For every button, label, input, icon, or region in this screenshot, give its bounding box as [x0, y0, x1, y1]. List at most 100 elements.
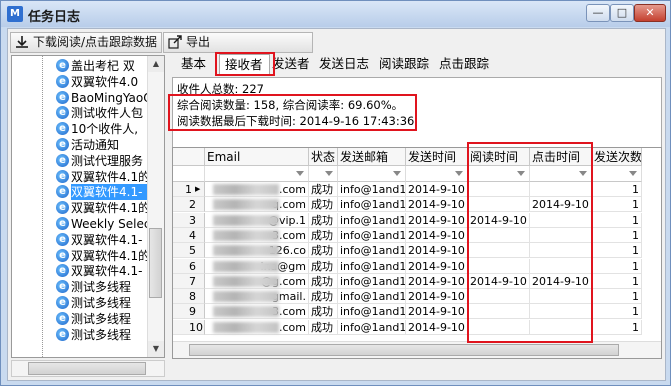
tab-read-tracking[interactable]: 阅读跟踪: [379, 54, 429, 74]
cell-status[interactable]: 成功: [309, 319, 338, 335]
row-number[interactable]: 9: [173, 304, 205, 320]
cell-status[interactable]: 成功: [309, 182, 338, 197]
cell-send-count[interactable]: 1: [592, 273, 642, 289]
cell-status[interactable]: 成功: [309, 243, 338, 259]
email-redaction: [213, 306, 279, 318]
filter-dropdown-icon[interactable]: [393, 171, 401, 176]
cell-send-time[interactable]: 2014-9-10: [406, 319, 468, 335]
tab-basic[interactable]: 基本: [181, 54, 206, 74]
cell-sender[interactable]: info@1and1-: [338, 258, 406, 274]
row-number[interactable]: 6: [173, 258, 205, 274]
cell-send-count[interactable]: 1: [592, 197, 642, 213]
cell-status[interactable]: 成功: [309, 273, 338, 289]
cell-send-count[interactable]: 1: [592, 304, 642, 320]
column-filter-email[interactable]: [205, 166, 309, 182]
row-number[interactable]: 2: [173, 197, 205, 213]
task-icon: e: [56, 106, 69, 120]
cell-sender[interactable]: info@1and1-: [338, 304, 406, 320]
export-button-label: 导出: [186, 35, 211, 49]
tree-scroll-thumb[interactable]: [149, 228, 162, 298]
cell-sender[interactable]: info@1and1-: [338, 243, 406, 259]
email-redaction: [213, 275, 279, 287]
grid-hscroll-thumb[interactable]: [189, 344, 619, 356]
tree-horizontal-scrollbar[interactable]: [11, 360, 165, 377]
email-redaction: [213, 214, 279, 226]
download-button-label: 下载阅读/点击跟踪数据: [33, 35, 158, 49]
cell-sender[interactable]: info@1and1-: [338, 212, 406, 228]
email-redaction: [213, 184, 279, 195]
minimize-button[interactable]: —: [586, 4, 610, 22]
cell-send-count[interactable]: 1: [592, 212, 642, 228]
row-number[interactable]: 4: [173, 227, 205, 243]
cell-send-time[interactable]: 2014-9-10: [406, 304, 468, 320]
column-header-email[interactable]: Email: [205, 148, 309, 166]
task-icon: e: [56, 311, 69, 325]
cell-status[interactable]: 成功: [309, 304, 338, 320]
cell-send-count[interactable]: 1: [592, 258, 642, 274]
column-header-sender[interactable]: 发送邮箱: [338, 148, 406, 166]
maximize-button[interactable]: □: [610, 4, 634, 22]
task-tree[interactable]: e 盖出考杞 双 e 双翼软件4.0 e BaoMingYaoQi e 测试收件人包 e 10个收…: [11, 55, 165, 358]
cell-status[interactable]: 成功: [309, 258, 338, 274]
close-button[interactable]: ✕: [634, 4, 666, 22]
cell-send-time[interactable]: 2014-9-10: [406, 197, 468, 213]
cell-status[interactable]: 成功: [309, 212, 338, 228]
row-number[interactable]: 8: [173, 289, 205, 305]
export-icon: [168, 35, 182, 49]
cell-send-time[interactable]: 2014-9-10: [406, 182, 468, 197]
tab-send-log[interactable]: 发送日志: [319, 54, 369, 74]
cell-sender[interactable]: info@1and1-: [338, 182, 406, 197]
title-bar[interactable]: M 任务日志 — □ ✕: [1, 1, 670, 27]
cell-status[interactable]: 成功: [309, 197, 338, 213]
cell-send-count[interactable]: 1: [592, 243, 642, 259]
cell-sender[interactable]: info@1and1-: [338, 227, 406, 243]
cell-send-time[interactable]: 2014-9-10: [406, 258, 468, 274]
cell-send-time[interactable]: 2014-9-10: [406, 273, 468, 289]
scroll-down-arrow-icon[interactable]: ▼: [148, 341, 164, 357]
row-number[interactable]: 1 ▶: [173, 182, 205, 197]
row-number[interactable]: 5: [173, 243, 205, 259]
cell-status[interactable]: 成功: [309, 289, 338, 305]
email-redaction: [213, 229, 279, 241]
grid-horizontal-scrollbar[interactable]: [173, 341, 661, 358]
cell-sender[interactable]: info@1and1-: [338, 319, 406, 335]
tab-click-tracking[interactable]: 点击跟踪: [439, 54, 489, 74]
tree-vertical-scrollbar[interactable]: ▲ ▼: [147, 56, 164, 357]
task-icon: e: [56, 280, 69, 294]
cell-status[interactable]: 成功: [309, 227, 338, 243]
task-icon: e: [56, 90, 69, 104]
cell-send-time[interactable]: 2014-9-10: [406, 227, 468, 243]
tab-senders[interactable]: 发送者: [272, 54, 310, 74]
cell-send-count[interactable]: 1: [592, 227, 642, 243]
cell-send-time[interactable]: 2014-9-10: [406, 243, 468, 259]
row-number[interactable]: 10: [173, 319, 205, 335]
column-header-send-time[interactable]: 发送时间: [406, 148, 468, 166]
column-header-send-count[interactable]: 发送次数: [592, 148, 642, 166]
column-filter-send-time[interactable]: [406, 166, 468, 182]
export-button[interactable]: 导出: [163, 32, 313, 53]
cell-send-time[interactable]: 2014-9-10: [406, 212, 468, 228]
cell-send-count[interactable]: 1: [592, 289, 642, 305]
column-filter-send-count[interactable]: [592, 166, 642, 182]
row-number[interactable]: 3: [173, 212, 205, 228]
column-filter-status[interactable]: [309, 166, 338, 182]
column-header-status[interactable]: 状态: [309, 148, 338, 166]
cell-send-time[interactable]: 2014-9-10: [406, 289, 468, 305]
filter-dropdown-icon[interactable]: [455, 171, 463, 176]
cell-sender[interactable]: info@1and1-: [338, 197, 406, 213]
cell-sender[interactable]: info@1and1-: [338, 273, 406, 289]
filter-dropdown-icon[interactable]: [296, 171, 304, 176]
scroll-up-arrow-icon[interactable]: ▲: [148, 56, 164, 72]
cell-send-count[interactable]: 1: [592, 182, 642, 197]
cell-send-count[interactable]: 1: [592, 319, 642, 335]
filter-dropdown-icon[interactable]: [325, 171, 333, 176]
task-icon: e: [56, 185, 69, 199]
grid-corner-header: [173, 148, 205, 166]
cell-sender[interactable]: info@1and1-: [338, 289, 406, 305]
download-tracking-button[interactable]: 下载阅读/点击跟踪数据: [10, 32, 162, 53]
tree-hscroll-thumb[interactable]: [28, 362, 146, 375]
row-number[interactable]: 7: [173, 273, 205, 289]
filter-dropdown-icon[interactable]: [629, 171, 637, 176]
column-filter-sender[interactable]: [338, 166, 406, 182]
task-icon: e: [56, 264, 69, 278]
